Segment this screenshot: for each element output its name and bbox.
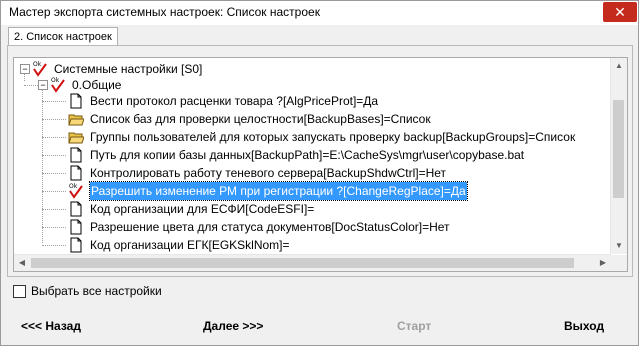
document-icon[interactable] — [68, 201, 84, 217]
svg-text:Ok: Ok — [51, 77, 60, 84]
tree-connector — [42, 101, 66, 102]
title-bar: Мастер экспорта системных настроек: Спис… — [1, 1, 638, 25]
tree-item-label: Разрешить изменение РМ при регистрации ?… — [89, 181, 468, 201]
collapse-icon[interactable]: − — [38, 80, 48, 90]
folder-icon[interactable] — [68, 111, 84, 127]
tab-strip: 2. Список настроек — [4, 25, 635, 46]
start-button[interactable]: Старт — [397, 319, 431, 333]
tree-item-label: Список баз для проверки целостности[Back… — [90, 112, 431, 126]
tree-item[interactable]: Список баз для проверки целостности[Back… — [14, 110, 604, 128]
tree-item-label: Вести протокол расценки товара ?[AlgPric… — [90, 94, 379, 108]
tree-connector — [42, 137, 66, 138]
scroll-left-icon[interactable]: ◀ — [17, 258, 27, 268]
export-wizard-window: Мастер экспорта системных настроек: Спис… — [0, 0, 639, 346]
document-icon[interactable] — [68, 147, 84, 163]
tree-connector — [42, 191, 66, 192]
exit-button[interactable]: Выход — [564, 319, 604, 333]
tree-connector — [42, 209, 66, 210]
tree-item-label: Код организации ЕГК[EGKSklNom]= — [90, 238, 290, 252]
select-all-label: Выбрать все настройки — [31, 284, 162, 298]
svg-text:Ok: Ok — [33, 61, 42, 68]
tree-connector — [42, 155, 66, 156]
document-icon[interactable] — [68, 93, 84, 109]
tree-item-label: Разрешение цвета для статуса документов[… — [90, 220, 450, 234]
tree-item-label: Контролировать работу теневого сервера[B… — [90, 166, 447, 180]
next-button[interactable]: Далее >>> — [203, 319, 263, 333]
back-button[interactable]: <<< Назад — [21, 319, 81, 333]
scroll-right-icon[interactable]: ▶ — [598, 258, 608, 268]
tree-connector — [42, 245, 66, 246]
document-icon[interactable] — [68, 237, 84, 253]
tree-item-label: Путь для копии базы данных[BackupPath]=E… — [90, 148, 525, 162]
folder-icon[interactable] — [68, 129, 84, 145]
tree-connector — [42, 173, 66, 174]
vertical-scrollbar[interactable]: ▲ ▼ — [610, 58, 627, 254]
horizontal-scrollbar[interactable]: ◀ ▶ — [14, 254, 611, 271]
tree-item-label: Код организации для ЕСФИ[CodeESFI]= — [90, 202, 315, 216]
checkbox-box[interactable] — [13, 285, 26, 298]
close-button[interactable]: ✕ — [603, 2, 637, 22]
tree-item[interactable]: Код организации ЕГК[EGKSklNom]= — [14, 236, 604, 254]
tree-item[interactable]: Вести протокол расценки товара ?[AlgPric… — [14, 92, 604, 110]
window-title: Мастер экспорта системных настроек: Спис… — [9, 5, 320, 19]
document-icon[interactable] — [68, 165, 84, 181]
scrollbar-corner — [611, 255, 627, 271]
tree-item[interactable]: Код организации для ЕСФИ[CodeESFI]= — [14, 200, 604, 218]
vertical-scroll-thumb[interactable] — [613, 100, 624, 198]
tree-item[interactable]: Разрешение цвета для статуса документов[… — [14, 218, 604, 236]
scroll-up-icon[interactable]: ▲ — [614, 61, 624, 71]
tree-item[interactable]: Контролировать работу теневого сервера[B… — [14, 164, 604, 182]
tree-item[interactable]: Ok Разрешить изменение РМ при регистрации… — [14, 181, 604, 201]
tree-item-label: Группы пользователей для которых запуска… — [90, 130, 576, 144]
tree-connector — [24, 85, 38, 86]
tree-item[interactable]: Группы пользователей для которых запуска… — [14, 128, 604, 146]
tab-settings-list[interactable]: 2. Список настроек — [8, 27, 118, 46]
tree-connector — [42, 119, 66, 120]
collapse-icon[interactable]: − — [20, 64, 30, 74]
settings-tree[interactable]: − Ok Системные настройки [S0] − Ok 0.Общ… — [13, 57, 628, 272]
scroll-down-icon[interactable]: ▼ — [614, 241, 624, 251]
tree-item[interactable]: Путь для копии базы данных[BackupPath]=E… — [14, 146, 604, 164]
checked-icon[interactable]: Ok — [68, 182, 84, 200]
svg-text:Ok: Ok — [69, 183, 78, 190]
tree-connector — [42, 227, 66, 228]
document-icon[interactable] — [68, 219, 84, 235]
horizontal-scroll-thumb[interactable] — [31, 258, 574, 268]
